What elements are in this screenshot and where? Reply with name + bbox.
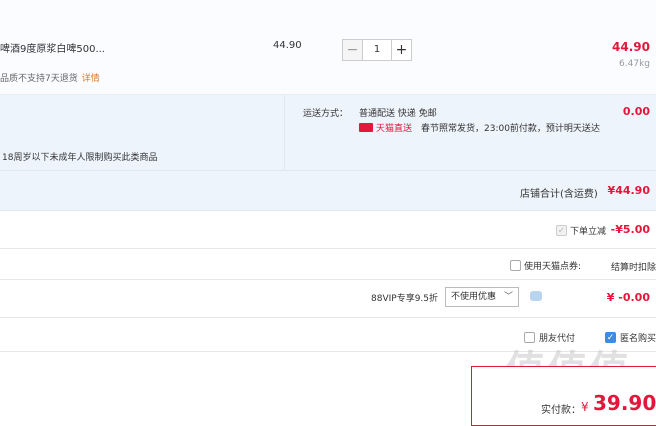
vip-discount-label: 88VIP专享9.5折 <box>371 294 439 304</box>
shipping-cost: 0.00 <box>622 105 650 118</box>
item-weight: 6.47kg <box>619 59 650 69</box>
quantity-input[interactable]: 1 <box>363 39 391 61</box>
shipping-divider <box>284 95 285 171</box>
divider <box>0 279 656 280</box>
quantity-minus-button[interactable]: − <box>342 39 363 61</box>
quantity-plus-button[interactable]: + <box>391 39 412 61</box>
age-restriction-note: 18周岁以下未成年人限制购买此类商品 <box>2 153 158 163</box>
tmall-cat-icon <box>359 123 373 132</box>
return-note-text: 品质不支持7天退货 <box>0 74 78 84</box>
tmall-direct-badge: 天猫直送 <box>359 121 412 134</box>
vip-discount-select[interactable]: 不使用优惠 ﹀ <box>445 287 519 307</box>
tmall-points-label: 使用天猫点券: <box>524 262 582 272</box>
item-name[interactable]: 啤酒9度原浆白啤500... <box>0 40 105 55</box>
tmall-points-option[interactable]: 使用天猫点券: <box>510 259 581 272</box>
chevron-down-icon: ﹀ <box>503 292 513 302</box>
return-detail-link[interactable]: 详情 <box>82 74 100 84</box>
shipping-method[interactable]: 普通配送 快递 免邮 <box>359 106 437 119</box>
payment-label: 实付款： <box>541 405 581 416</box>
quantity-stepper: − 1 + <box>342 39 412 61</box>
vip-discount-value: ¥ -0.00 <box>606 291 650 304</box>
shop-total-label: 店铺合计(含运费) <box>520 189 598 200</box>
shipping-label: 运送方式： <box>303 109 349 119</box>
item-subtotal: 44.90 <box>612 40 650 54</box>
tmall-badge-label: 天猫直送 <box>376 124 413 134</box>
vip-select-value: 不使用优惠 <box>451 292 497 302</box>
instant-discount-label: 下单立减 <box>570 227 607 237</box>
payment-currency: ¥ <box>581 400 589 414</box>
divider <box>0 248 656 249</box>
divider <box>0 317 656 318</box>
shop-total-value: ¥44.90 <box>607 184 650 197</box>
points-deduct-note: 结算时扣除 <box>611 263 656 273</box>
instant-discount-value: -¥5.00 <box>610 223 650 236</box>
chat-bubble-icon[interactable] <box>530 291 542 301</box>
unit-price: 44.90 <box>273 40 302 51</box>
shipping-description: 春节照常发货，23:00前付款，预计明天送达 <box>421 124 600 134</box>
tmall-points-checkbox[interactable] <box>510 260 521 271</box>
payment-value: 39.90 <box>593 391 656 415</box>
instant-discount-checkbox: ✓ <box>556 225 567 236</box>
return-note: 品质不支持7天退货 详情 <box>0 71 100 84</box>
